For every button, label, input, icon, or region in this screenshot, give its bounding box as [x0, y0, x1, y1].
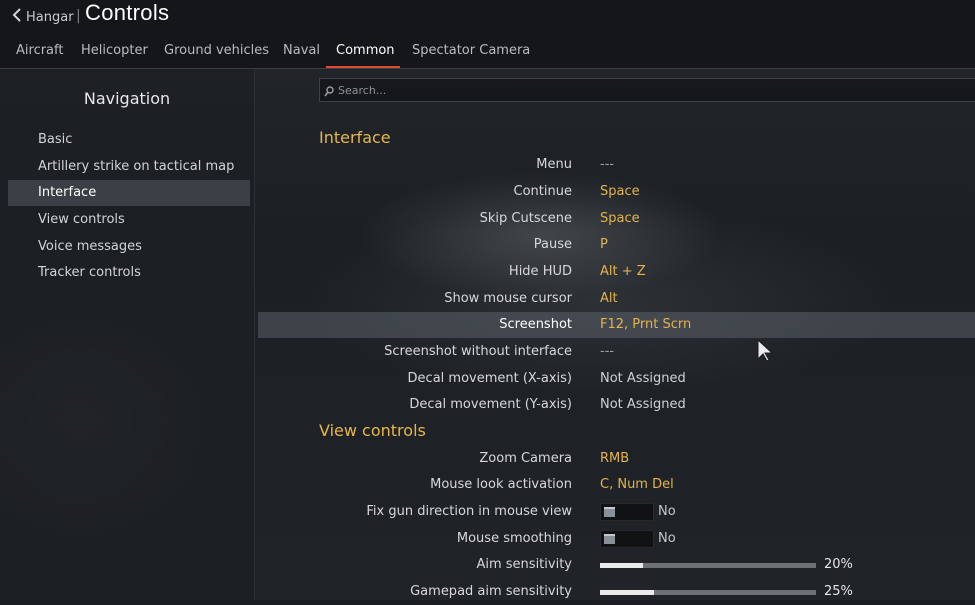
- binding-row-skip-cutscene[interactable]: Skip Cutscene Space: [258, 206, 975, 232]
- binding-row-decal-movement-y[interactable]: Decal movement (Y-axis) Not Assigned: [258, 392, 975, 418]
- binding-value: P: [600, 237, 608, 252]
- binding-row-screenshot-without-interface[interactable]: Screenshot without interface ---: [258, 339, 975, 365]
- binding-value: RMB: [600, 451, 630, 466]
- nav-item-voice-messages[interactable]: Voice messages: [8, 234, 250, 260]
- back-button[interactable]: Hangar: [12, 6, 74, 28]
- binding-value: Not Assigned: [600, 371, 686, 386]
- binding-label: Continue: [513, 184, 572, 199]
- binding-row-pause[interactable]: Pause P: [258, 232, 975, 258]
- binding-label: Hide HUD: [508, 264, 572, 279]
- binding-value: C, Num Del: [600, 477, 674, 492]
- binding-value: ---: [600, 344, 615, 359]
- nav-item-label: View controls: [38, 212, 125, 227]
- binding-value: Alt + Z: [600, 264, 646, 279]
- binding-value: F12, Prnt Scrn: [600, 317, 692, 332]
- toggle-state-text: No: [658, 504, 676, 519]
- back-label: Hangar: [26, 9, 74, 25]
- binding-value: ---: [600, 157, 615, 172]
- nav-item-label: Voice messages: [38, 239, 142, 254]
- setting-row-mouse-smoothing: Mouse smoothing No: [258, 526, 975, 552]
- navigation-sidebar: Navigation Basic Artillery strike on tac…: [0, 69, 255, 600]
- binding-value: Not Assigned: [600, 397, 686, 412]
- nav-item-interface[interactable]: Interface: [8, 180, 250, 206]
- binding-label: Decal movement (X-axis): [407, 371, 572, 386]
- tab-helicopter[interactable]: Helicopter: [81, 43, 148, 58]
- section-title-view-controls: View controls: [319, 421, 426, 440]
- slider-fill: [600, 590, 654, 595]
- nav-item-view-controls[interactable]: View controls: [8, 207, 250, 233]
- tab-aircraft[interactable]: Aircraft: [16, 43, 63, 58]
- tab-spectator-camera[interactable]: Spectator Camera: [412, 43, 530, 58]
- tab-bar: Aircraft Helicopter Ground vehicles Nava…: [0, 40, 975, 69]
- binding-label: Show mouse cursor: [444, 291, 572, 306]
- binding-label: Skip Cutscene: [479, 211, 572, 226]
- binding-value: Alt: [600, 291, 618, 306]
- binding-row-zoom-camera[interactable]: Zoom Camera RMB: [258, 446, 975, 472]
- nav-item-basic[interactable]: Basic: [8, 127, 250, 153]
- setting-label: Fix gun direction in mouse view: [366, 504, 572, 519]
- navigation-title: Navigation: [83, 89, 171, 108]
- binding-row-screenshot[interactable]: Screenshot F12, Prnt Scrn: [258, 312, 975, 338]
- binding-label: Screenshot without interface: [384, 344, 572, 359]
- search-input[interactable]: [338, 81, 938, 99]
- toggle-knob: [604, 534, 615, 544]
- setting-label: Aim sensitivity: [476, 557, 572, 572]
- nav-item-tracker-controls[interactable]: Tracker controls: [8, 260, 250, 286]
- toggle-state-text: No: [658, 531, 676, 546]
- binding-label: Zoom Camera: [479, 451, 572, 466]
- toggle-knob: [604, 507, 615, 517]
- binding-value: Space: [600, 211, 640, 226]
- binding-label: Screenshot: [499, 317, 572, 332]
- header: Hangar | Controls Aircraft Helicopter Gr…: [0, 0, 975, 69]
- aim-sensitivity-slider[interactable]: [600, 563, 816, 568]
- page-title: Controls: [85, 0, 170, 25]
- binding-row-hide-hud[interactable]: Hide HUD Alt + Z: [258, 259, 975, 285]
- nav-item-label: Interface: [38, 185, 97, 200]
- binding-row-decal-movement-x[interactable]: Decal movement (X-axis) Not Assigned: [258, 366, 975, 392]
- binding-row-menu[interactable]: Menu ---: [258, 152, 975, 178]
- binding-value: Space: [600, 184, 640, 199]
- tab-common[interactable]: Common: [336, 43, 395, 58]
- section-title-interface: Interface: [319, 128, 391, 147]
- title-separator: |: [76, 8, 81, 24]
- nav-item-artillery-strike[interactable]: Artillery strike on tactical map: [8, 154, 250, 180]
- nav-item-label: Tracker controls: [38, 265, 141, 280]
- tab-ground-vehicles[interactable]: Ground vehicles: [164, 43, 269, 58]
- search-box: [319, 78, 975, 102]
- nav-item-label: Basic: [38, 132, 73, 147]
- binding-label: Pause: [533, 237, 572, 252]
- gamepad-aim-sensitivity-slider[interactable]: [600, 590, 816, 595]
- binding-row-show-mouse-cursor[interactable]: Show mouse cursor Alt: [258, 286, 975, 312]
- setting-row-gamepad-aim-sensitivity: Gamepad aim sensitivity 25%: [258, 579, 975, 605]
- slider-fill: [600, 563, 644, 568]
- tab-naval[interactable]: Naval: [283, 43, 320, 58]
- chevron-left-icon: [12, 8, 22, 26]
- slider-value: 25%: [824, 584, 853, 599]
- binding-row-mouse-look-activation[interactable]: Mouse look activation C, Num Del: [258, 472, 975, 498]
- fix-gun-direction-toggle[interactable]: [600, 503, 654, 521]
- setting-label: Mouse smoothing: [456, 531, 572, 546]
- active-tab-indicator: [326, 66, 400, 68]
- nav-item-label: Artillery strike on tactical map: [38, 159, 235, 174]
- binding-label: Menu: [536, 157, 572, 172]
- setting-label: Gamepad aim sensitivity: [410, 584, 572, 599]
- binding-label: Decal movement (Y-axis): [409, 397, 572, 412]
- setting-row-aim-sensitivity: Aim sensitivity 20%: [258, 552, 975, 578]
- mouse-smoothing-toggle[interactable]: [600, 530, 654, 548]
- setting-row-fix-gun-direction: Fix gun direction in mouse view No: [258, 499, 975, 525]
- mouse-cursor-icon: [756, 338, 774, 363]
- binding-label: Mouse look activation: [430, 477, 572, 492]
- search-icon: [324, 83, 334, 97]
- binding-row-continue[interactable]: Continue Space: [258, 179, 975, 205]
- slider-value: 20%: [824, 557, 853, 572]
